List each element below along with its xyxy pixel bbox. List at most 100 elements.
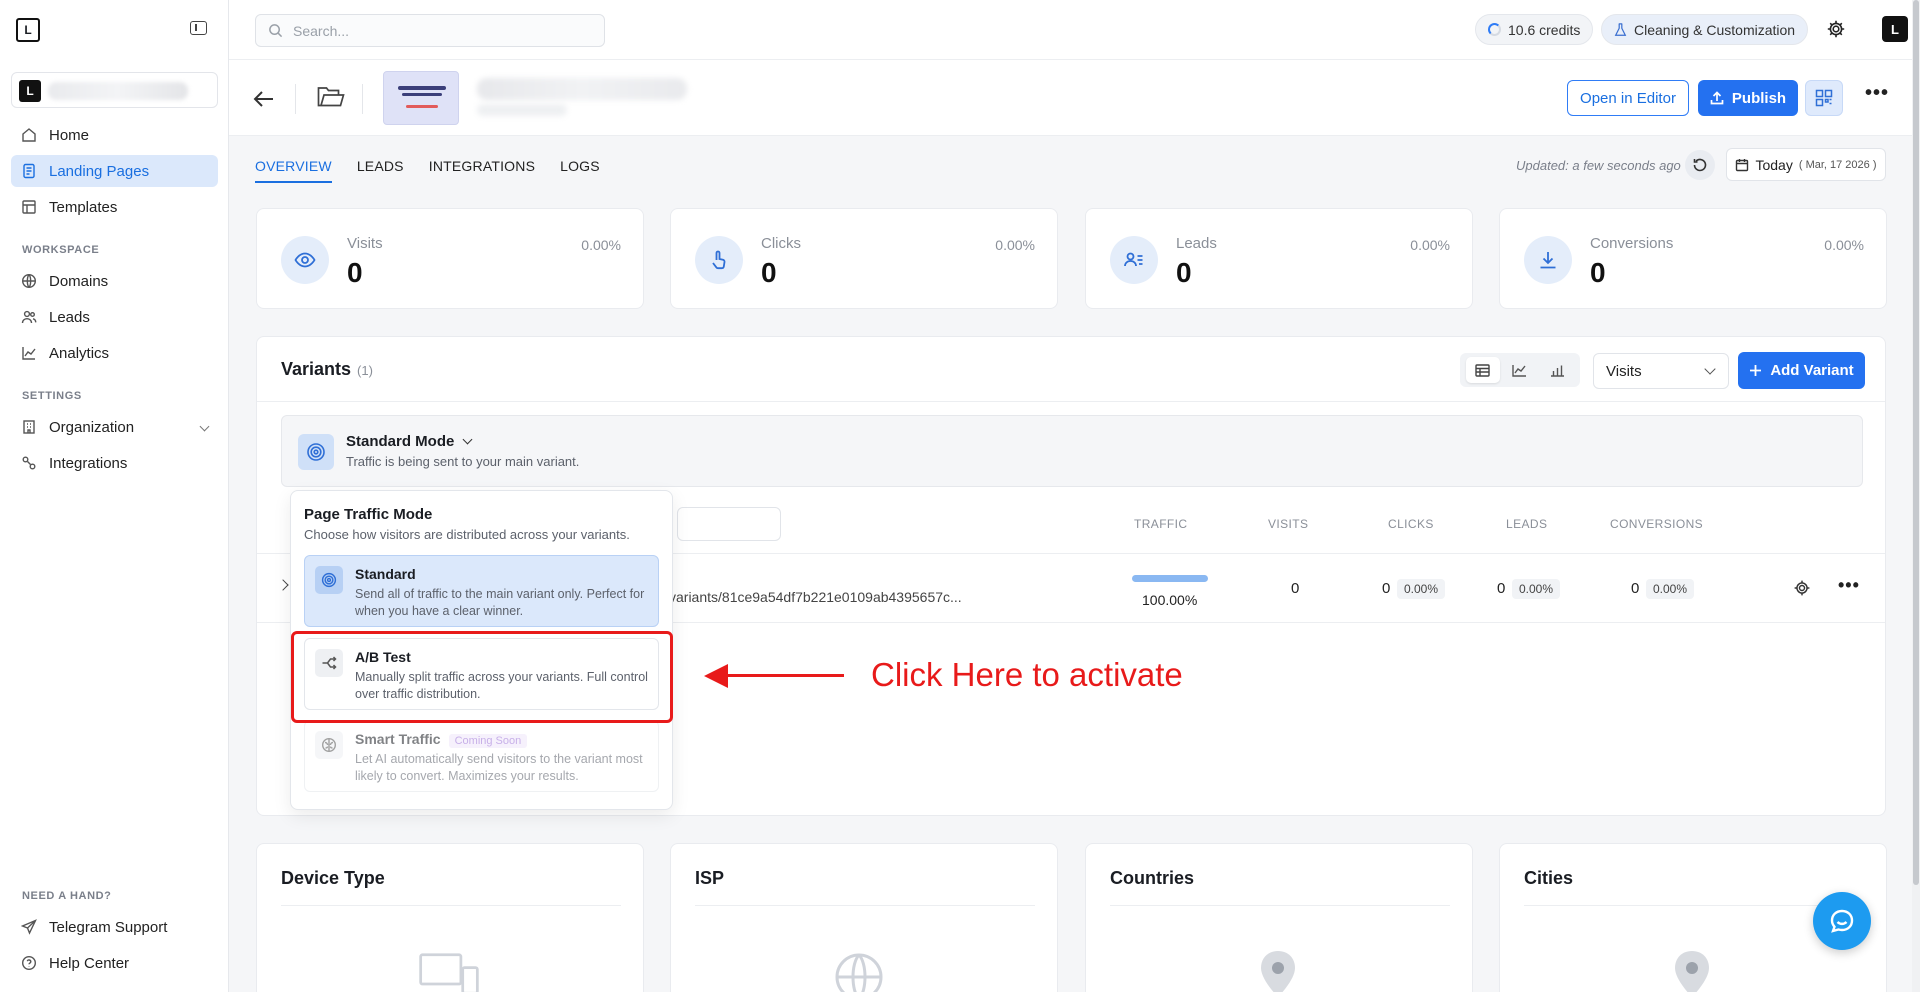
option-description: Let AI automatically send visitors to th… [355,752,643,783]
chevron-down-icon [1704,363,1716,375]
app-logo[interactable]: L [16,18,40,42]
flask-icon [1614,22,1627,36]
annotation-text: Click Here to activate [871,656,1183,693]
variant-search-input[interactable] [677,507,781,541]
workspace-switcher[interactable]: L [11,72,218,108]
sidebar-item-label: Landing Pages [49,162,150,180]
bar-view-button[interactable] [1540,357,1574,383]
clicks-percent-badge: 0.00% [1397,579,1446,599]
back-arrow-icon[interactable] [253,88,275,114]
stat-value: 0 [1590,257,1606,288]
column-header-traffic[interactable]: TRAFFIC [1134,517,1187,531]
traffic-mode-selector[interactable]: Standard Mode Traffic is being sent to y… [281,415,1863,487]
eye-icon [281,236,329,284]
sidebar-item-landing-pages[interactable]: Landing Pages [11,155,218,187]
help-circle-icon [21,955,37,971]
sidebar-item-analytics[interactable]: Analytics [11,337,218,369]
sidebar-collapse-icon[interactable] [190,21,207,35]
building-icon [21,419,37,435]
column-header-conversions[interactable]: CONVERSIONS [1610,517,1703,531]
stat-percent: 0.00% [995,237,1035,253]
qr-code-button[interactable] [1805,80,1843,116]
globe-icon [21,273,37,289]
column-header-leads[interactable]: LEADS [1506,517,1547,531]
sidebar-item-leads[interactable]: Leads [11,301,218,333]
tab-integrations[interactable]: INTEGRATIONS [429,158,535,183]
column-header-clicks[interactable]: CLICKS [1388,517,1434,531]
stat-value: 0 [761,257,777,288]
tab-logs[interactable]: LOGS [560,158,600,183]
map-pin-icon [1660,944,1724,992]
option-title: Smart Traffic Coming Soon [355,731,528,748]
table-view-button[interactable] [1465,357,1500,383]
thumbnail-line [406,105,438,108]
sidebar-item-templates[interactable]: Templates [11,191,218,223]
folder-icon[interactable] [317,86,345,108]
option-title-text: Smart Traffic [355,731,441,747]
annotation-arrow-line [726,674,844,677]
publish-label: Publish [1731,89,1787,107]
qr-code-icon [1815,89,1833,107]
publish-button[interactable]: Publish [1698,80,1798,116]
date-picker-button[interactable]: Today ( Mar, 17 2026 ) [1726,148,1886,181]
metric-select-value: Visits [1606,362,1642,380]
gear-icon[interactable] [1826,19,1846,39]
page-scrollbar-thumb[interactable] [1913,0,1919,885]
page-title-redacted [477,78,687,100]
workspace-logo: L [19,80,41,102]
add-variant-button[interactable]: Add Variant [1738,352,1865,389]
topbar: Search... 10.6 credits Cleaning & Custom… [229,0,1920,60]
conversions-percent-badge: 0.00% [1646,579,1695,599]
clicks-value: 0 [1382,580,1391,597]
card-title: Device Type [281,868,385,888]
stat-percent: 0.00% [581,237,621,253]
search-input[interactable]: Search... [255,14,605,47]
leads-value: 0 [1497,580,1506,597]
divider [1110,905,1450,906]
chevron-down-icon [199,421,210,432]
traffic-option-standard[interactable]: Standard Send all of traffic to the main… [304,555,659,627]
variants-title-text: Variants [281,359,352,379]
sidebar-item-telegram-support[interactable]: Telegram Support [11,911,218,943]
stat-value: 0 [1176,257,1192,288]
open-in-editor-button[interactable]: Open in Editor [1567,80,1689,116]
divider [295,84,296,114]
sidebar: L L Home Landing Pages Templates WORKSPA… [0,0,229,992]
home-icon [21,127,37,143]
metric-select[interactable]: Visits [1593,353,1729,389]
refresh-icon[interactable] [1685,150,1715,180]
globe-icon [831,944,895,992]
date-label: Today [1755,156,1793,173]
tab-overview[interactable]: OVERVIEW [255,158,332,183]
overview-tabs: OVERVIEW LEADS INTEGRATIONS LOGS [255,158,600,183]
credits-pill[interactable]: 10.6 credits [1475,14,1594,45]
variant-more-options-icon[interactable]: ••• [1838,575,1860,596]
tab-leads[interactable]: LEADS [357,158,404,183]
sidebar-item-organization[interactable]: Organization [11,411,218,443]
support-chat-button[interactable] [1813,892,1871,950]
download-icon [1524,236,1572,284]
page-subtitle-redacted [477,104,567,116]
line-view-button[interactable] [1503,357,1537,383]
variant-url[interactable]: variants/81ce9a54df7b221e0109ab4395657c.… [669,589,962,605]
sidebar-item-integrations[interactable]: Integrations [11,447,218,479]
column-header-visits[interactable]: VISITS [1268,517,1308,531]
stat-card-conversions: Conversions 0 0.00% [1499,208,1887,309]
traffic-mode-title-text: Standard Mode [346,433,455,450]
more-options-icon[interactable]: ••• [1865,82,1889,105]
sidebar-item-home[interactable]: Home [11,119,218,151]
chevron-right-icon[interactable] [277,579,289,591]
page-thumbnail[interactable] [383,71,459,125]
chat-icon [1830,909,1854,933]
user-avatar[interactable]: L [1882,16,1908,42]
stat-label: Leads [1176,235,1217,252]
workspace-pill-label: Cleaning & Customization [1634,21,1796,38]
workspace-pill[interactable]: Cleaning & Customization [1601,14,1809,45]
target-icon [298,434,334,470]
sidebar-item-domains[interactable]: Domains [11,265,218,297]
variant-settings-gear-icon[interactable] [1793,579,1811,597]
sidebar-item-help-center[interactable]: Help Center [11,947,218,979]
search-icon [269,24,283,38]
divider [1524,905,1864,906]
table-icon [1475,363,1490,377]
